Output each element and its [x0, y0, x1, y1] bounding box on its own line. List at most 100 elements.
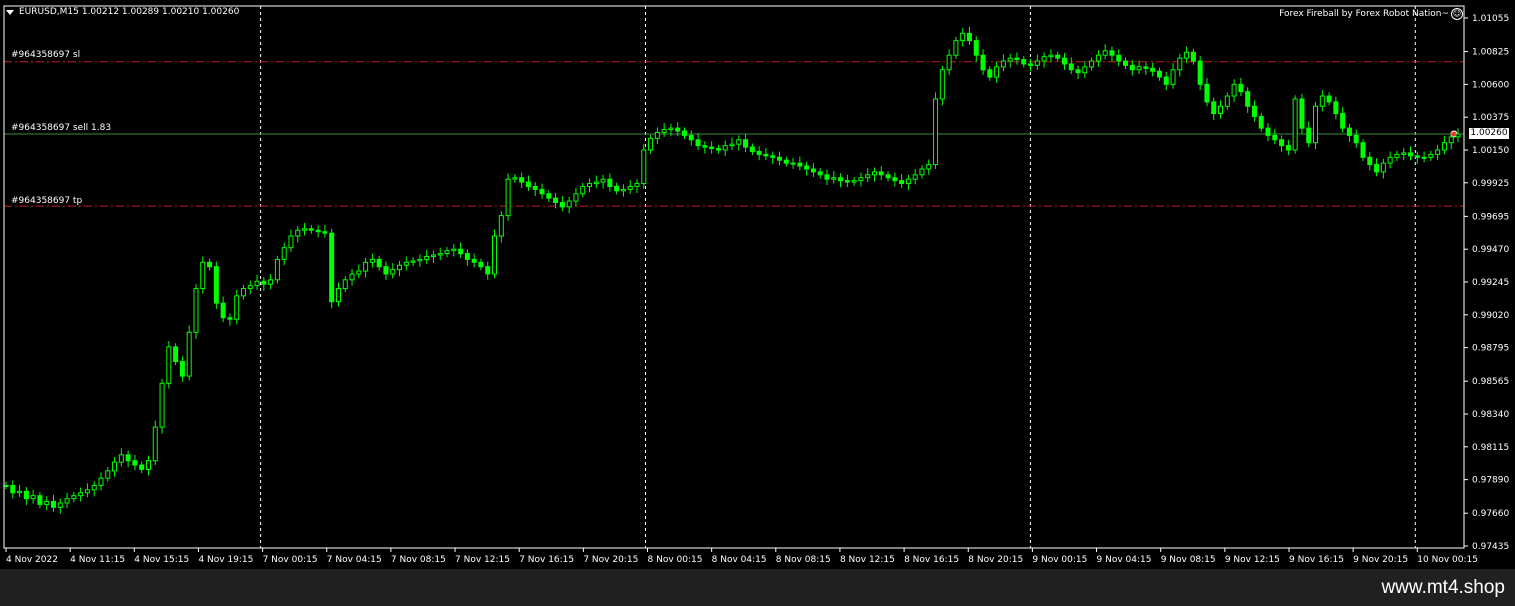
order-lines	[4, 61, 1464, 207]
x-tick-label: 7 Nov 04:15	[327, 555, 382, 565]
candle-body	[179, 360, 185, 377]
candle-body	[193, 288, 199, 333]
candle-body	[1075, 69, 1081, 74]
candle-body	[145, 460, 151, 470]
candle-body	[1102, 50, 1108, 56]
candle-body	[1346, 127, 1352, 136]
candle-body	[838, 177, 844, 182]
candle-body	[580, 185, 586, 195]
candle-body	[1224, 95, 1230, 107]
candle-body	[682, 130, 688, 136]
candle-body	[44, 501, 50, 505]
chart-window[interactable]: 4 Nov 2022 4 Nov 11:15 4 Nov 15:15 4 Nov 19…	[0, 0, 1515, 569]
candle-body	[1448, 136, 1454, 144]
candle-body	[1285, 145, 1291, 151]
candle-body	[3, 484, 9, 487]
candle-body	[987, 69, 993, 78]
candle-body	[804, 165, 810, 170]
candle-body	[410, 260, 416, 263]
candle-body	[648, 137, 654, 151]
candle-body	[363, 261, 369, 272]
candle-body	[295, 229, 301, 237]
candle-body	[1136, 66, 1142, 71]
candle-body	[871, 171, 877, 176]
expert-name: Forex Fireball by Forex Robot Nation~	[1279, 8, 1449, 19]
candle-body	[485, 266, 491, 275]
candle-body	[756, 150, 762, 155]
candle-body	[125, 454, 131, 462]
candle-body	[152, 426, 158, 462]
candle-body	[1177, 57, 1183, 71]
candle-body	[593, 181, 599, 185]
x-tick-label: 9 Nov 00:15	[1032, 555, 1087, 565]
smiley-icon[interactable]: ☺	[1451, 8, 1463, 20]
candle-body	[627, 185, 633, 190]
y-tick-label: 1.01055	[1472, 14, 1509, 24]
candle-body	[1184, 51, 1190, 59]
dropdown-triangle-icon[interactable]	[6, 10, 14, 15]
candle-body	[458, 248, 464, 255]
current-price-tag: 1.00260	[1469, 127, 1509, 139]
candle-body	[1150, 67, 1156, 72]
candle-body	[369, 258, 375, 263]
x-tick-label: 8 Nov 20:15	[968, 555, 1023, 565]
order-entry-label: #964358697 sell 1.83	[11, 123, 112, 133]
candle-body	[1041, 56, 1047, 62]
candle-body	[50, 501, 56, 508]
candle-body	[878, 171, 884, 176]
x-tick-label: 4 Nov 19:15	[198, 555, 253, 565]
candle-body	[1374, 164, 1380, 173]
watermark-text: www.mt4.shop	[1381, 577, 1505, 598]
candle-body	[159, 382, 165, 428]
y-tick-label: 0.97890	[1472, 476, 1509, 486]
y-tick-label: 0.98115	[1472, 443, 1509, 453]
candle-body	[634, 183, 640, 187]
candle-body	[519, 177, 525, 183]
candle-body	[620, 188, 626, 192]
axes: 4 Nov 2022 4 Nov 11:15 4 Nov 15:15 4 Nov 19…	[3, 5, 1509, 565]
x-tick-label: 8 Nov 00:15	[648, 555, 703, 565]
y-tick-label: 0.99245	[1472, 278, 1509, 288]
candle-body	[1279, 139, 1285, 147]
candle-body	[1061, 57, 1067, 65]
candle-body	[1435, 149, 1441, 155]
candle-body	[1204, 83, 1210, 103]
candle-body	[1353, 134, 1359, 144]
x-tick-label: 8 Nov 08:15	[776, 555, 831, 565]
candle-body	[1380, 162, 1386, 173]
candle-body	[1387, 156, 1393, 164]
candle-body	[661, 129, 667, 133]
candle-body	[1089, 60, 1095, 68]
candle-body	[30, 495, 36, 500]
candle-body	[1028, 63, 1034, 66]
x-tick-label: 9 Nov 20:15	[1353, 555, 1408, 565]
candle-body	[1048, 54, 1054, 58]
candle-body	[953, 40, 959, 56]
candle-body	[675, 127, 681, 132]
y-tick-label: 1.00375	[1472, 113, 1509, 123]
candle-body	[776, 156, 782, 161]
candle-body	[600, 178, 606, 183]
candle-body	[505, 178, 511, 217]
candle-body	[166, 346, 172, 384]
x-tick-label: 9 Nov 16:15	[1289, 555, 1344, 565]
candle-body	[614, 185, 620, 192]
candle-body	[607, 178, 613, 187]
candle-body	[1082, 66, 1088, 74]
candle-body	[1428, 153, 1434, 158]
price-chart[interactable]: 4 Nov 2022 4 Nov 11:15 4 Nov 15:15 4 Nov 19…	[0, 0, 1515, 569]
candle-body	[1414, 155, 1420, 158]
x-tick-label: 7 Nov 08:15	[391, 555, 446, 565]
candle-body	[78, 492, 84, 497]
candle-body	[573, 193, 579, 202]
candle-body	[994, 66, 1000, 78]
candle-body	[397, 264, 403, 271]
candle-body	[71, 495, 77, 500]
candle-body	[960, 32, 966, 42]
candle-body	[539, 188, 545, 195]
candle-body	[1197, 60, 1203, 85]
candle-body	[702, 145, 708, 148]
candle-body	[492, 235, 498, 275]
candle-body	[1299, 98, 1305, 129]
candle-body	[1190, 51, 1196, 62]
